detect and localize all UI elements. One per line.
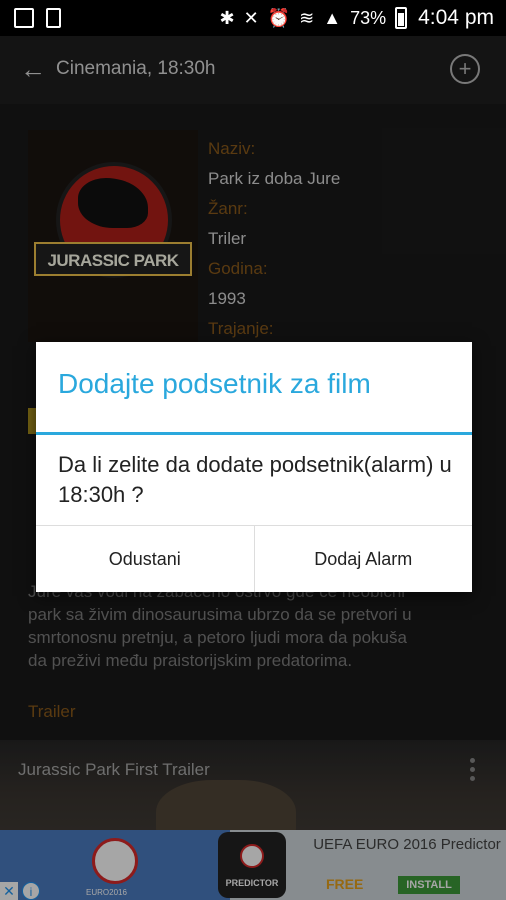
dialog-buttons: Odustani Dodaj Alarm: [36, 525, 472, 592]
dialog-title: Dodajte podsetnik za film: [58, 368, 371, 399]
mute-icon: ✕: [243, 8, 259, 28]
dialog-divider: [36, 432, 472, 435]
dialog-message: Da li zelite da dodate podsetnik(alarm) …: [58, 452, 452, 507]
clock: 4:04 pm: [418, 6, 494, 29]
battery-icon: [395, 7, 408, 29]
add-alarm-button[interactable]: Dodaj Alarm: [253, 526, 472, 592]
gallery-notification-icon: [14, 8, 34, 28]
signal-icon: ▲: [323, 8, 342, 28]
battery-percent: 73%: [350, 7, 387, 28]
status-bar: ✱ ✕ ⏰ ≋ ▲ 73% 4:04 pm: [0, 0, 506, 36]
cancel-button[interactable]: Odustani: [36, 526, 254, 592]
wifi-icon: ≋: [299, 8, 315, 28]
bluetooth-icon: ✱: [219, 8, 235, 28]
alarm-icon: ⏰: [267, 8, 291, 28]
reminder-dialog: Dodajte podsetnik za film Da li zelite d…: [36, 342, 472, 592]
phone-notification-icon: [46, 8, 61, 28]
